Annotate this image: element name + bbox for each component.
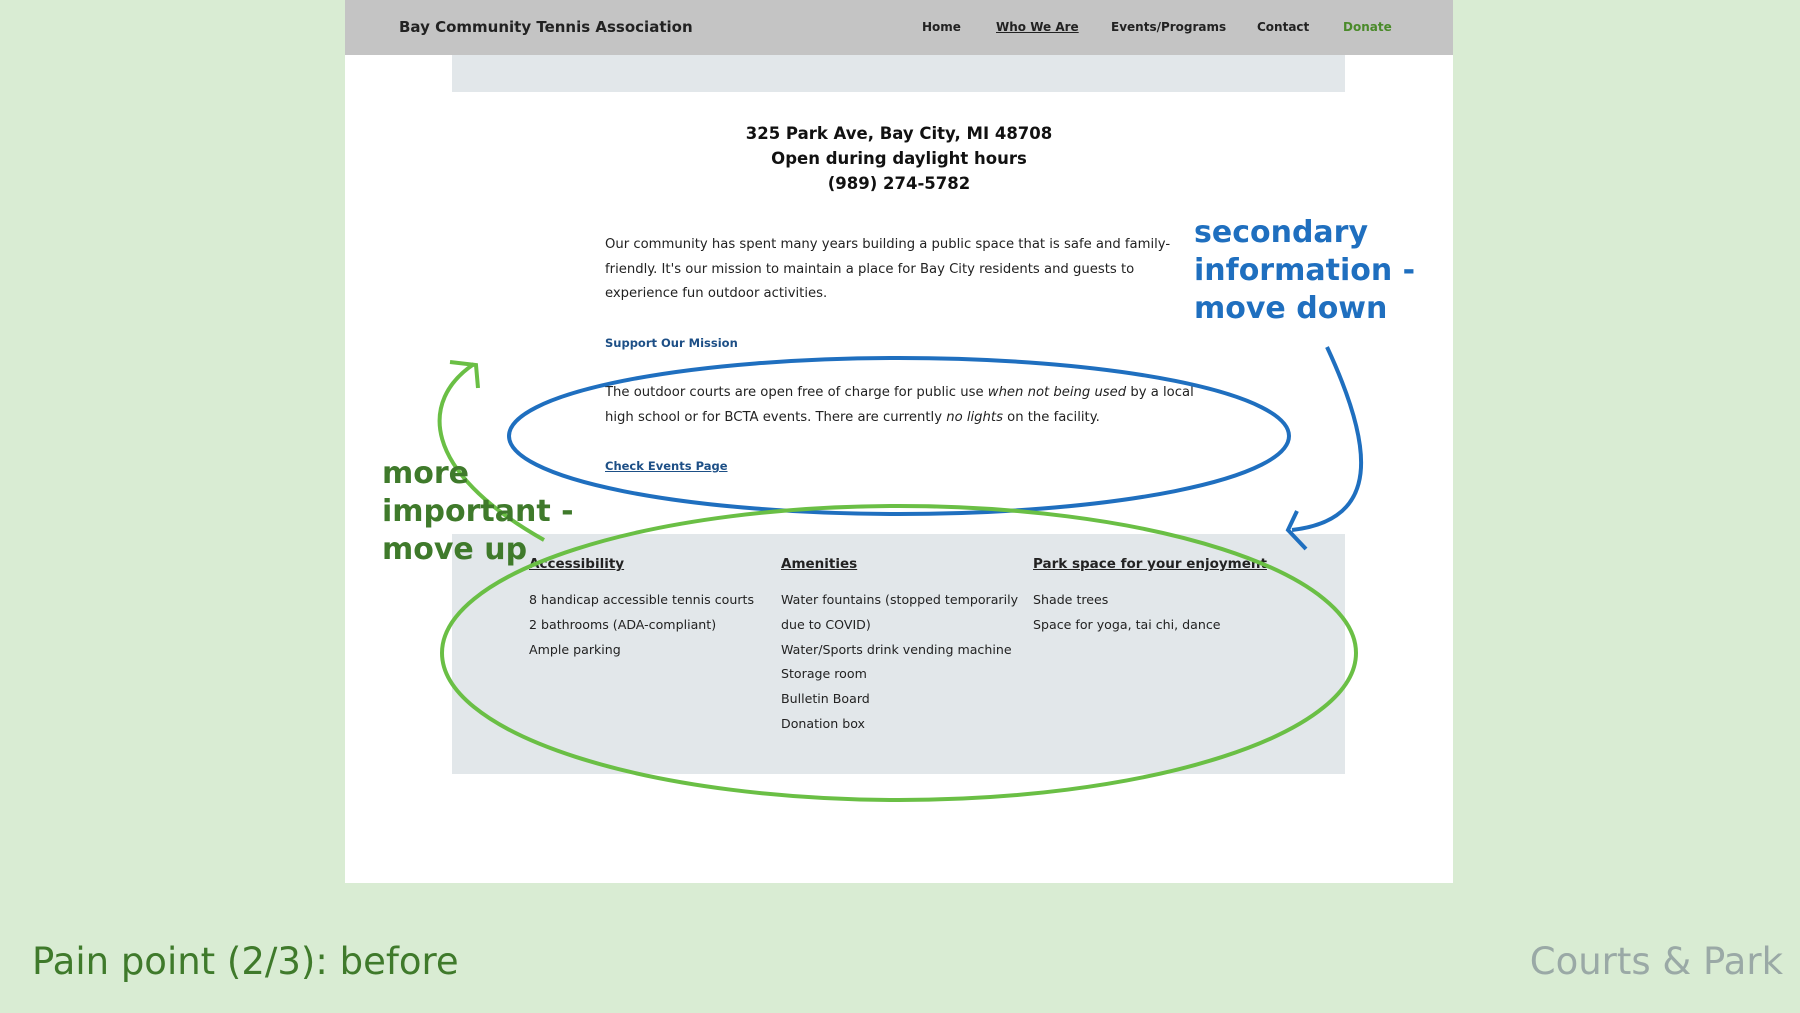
important-annotation: more important - move up	[382, 456, 574, 567]
annotation-overlay	[437, 346, 1363, 802]
secondary-ellipse	[507, 356, 1291, 516]
secondary-annotation: secondary information - move down	[1194, 215, 1416, 326]
slide-section: Courts & Park	[1529, 940, 1783, 983]
slide-title: Pain point (2/3): before	[32, 940, 459, 983]
important-ellipse	[440, 504, 1358, 802]
move-down-arrow	[1291, 346, 1363, 532]
